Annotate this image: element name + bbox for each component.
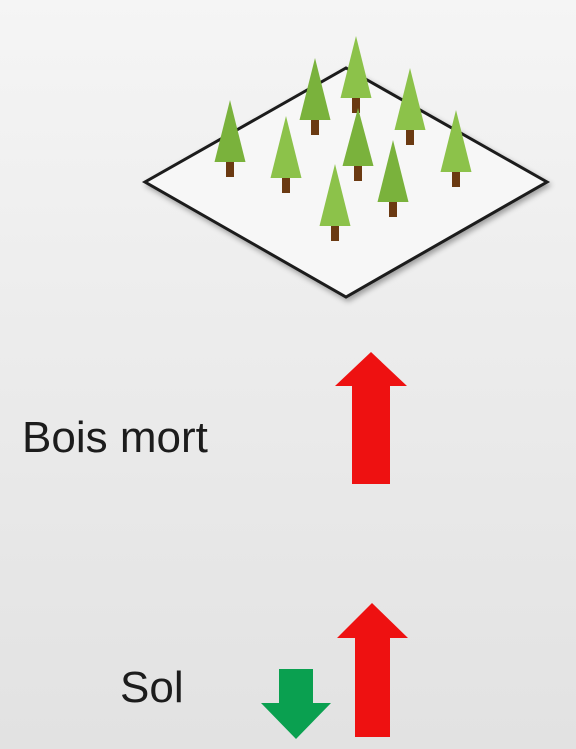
- soil-label: Sol: [120, 663, 184, 712]
- dead-wood-up-arrow-icon: [335, 352, 407, 484]
- soil-down-arrow-icon: [261, 669, 331, 739]
- forest-plot-icon: [141, 36, 551, 299]
- diagram-stage: Bois mort Sol: [0, 0, 576, 749]
- dead-wood-label: Bois mort: [22, 413, 208, 462]
- plot-outline: [141, 66, 551, 299]
- diagram-canvas: [141, 36, 551, 739]
- soil-up-arrow-icon: [337, 603, 408, 737]
